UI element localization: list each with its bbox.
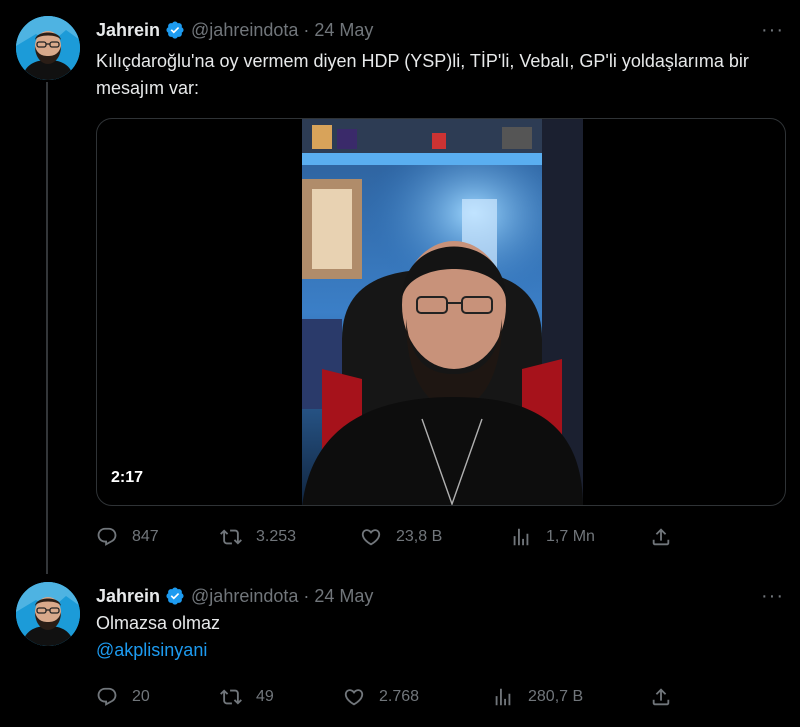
like-icon xyxy=(344,689,364,706)
share-button[interactable] xyxy=(650,684,686,710)
mention-link[interactable]: @akplisinyani xyxy=(96,637,780,664)
verified-badge-icon xyxy=(165,20,185,40)
tweet-actions: 20 49 2.768 280,7 B xyxy=(96,684,696,710)
reply-button[interactable]: 20 xyxy=(96,684,150,710)
tweet-text-container: Olmazsa olmaz @akplisinyani xyxy=(96,610,780,664)
retweet-icon xyxy=(220,689,242,705)
share-button[interactable] xyxy=(650,524,686,550)
author-handle[interactable]: @jahreindota xyxy=(191,586,298,607)
retweet-button[interactable]: 3.253 xyxy=(220,524,296,550)
more-icon[interactable]: ··· xyxy=(761,586,784,606)
tweet-date[interactable]: 24 May xyxy=(314,586,373,607)
views-icon xyxy=(513,528,529,546)
video-duration: 2:17 xyxy=(111,469,144,486)
author-name[interactable]: Jahrein xyxy=(96,20,160,41)
tweet[interactable]: Jahrein @jahreindota · 24 May ··· Kılıçd… xyxy=(0,0,800,574)
share-icon xyxy=(652,528,670,546)
reply-button[interactable]: 847 xyxy=(96,524,159,550)
like-button[interactable]: 2.768 xyxy=(343,684,419,710)
tweet-date[interactable]: 24 May xyxy=(314,20,373,41)
more-icon[interactable]: ··· xyxy=(761,20,784,40)
video-thumbnail[interactable] xyxy=(302,119,583,505)
views-button[interactable]: 1,7 Mn xyxy=(510,524,595,550)
views-button[interactable]: 280,7 B xyxy=(492,684,583,710)
reply-count: 847 xyxy=(132,528,159,545)
retweet-button[interactable]: 49 xyxy=(220,684,274,710)
video-player[interactable]: 2:17 xyxy=(96,118,786,506)
reply-icon xyxy=(97,527,117,546)
like-icon xyxy=(361,529,381,546)
author-name[interactable]: Jahrein xyxy=(96,586,160,607)
tweet-actions: 847 3.253 23,8 B 1,7 Mn xyxy=(96,524,696,550)
separator: · xyxy=(303,19,310,40)
like-count: 2.768 xyxy=(379,688,420,705)
tweet-text: Olmazsa olmaz xyxy=(96,613,221,633)
like-button[interactable]: 23,8 B xyxy=(360,524,442,550)
reply-icon xyxy=(97,687,117,706)
tweet-header: Jahrein @jahreindota · 24 May xyxy=(96,583,373,609)
retweet-count: 3.253 xyxy=(256,528,297,545)
author-handle[interactable]: @jahreindota xyxy=(191,20,298,41)
like-count: 23,8 B xyxy=(396,528,443,545)
tweet-header: Jahrein @jahreindota · 24 May xyxy=(96,17,373,43)
views-count: 1,7 Mn xyxy=(546,528,595,545)
tweet-text: Kılıçdaroğlu'na oy vermem diyen HDP (YSP… xyxy=(96,51,749,98)
avatar[interactable] xyxy=(16,16,80,80)
views-icon xyxy=(495,688,511,706)
retweet-icon xyxy=(220,529,242,545)
separator: · xyxy=(303,585,310,606)
reply-count: 20 xyxy=(132,688,150,705)
verified-badge-icon xyxy=(165,586,185,606)
avatar[interactable] xyxy=(16,582,80,646)
share-icon xyxy=(652,688,670,706)
views-count: 280,7 B xyxy=(528,688,584,705)
retweet-count: 49 xyxy=(256,688,274,705)
tweet[interactable]: Jahrein @jahreindota · 24 May ··· Olmazs… xyxy=(0,574,800,727)
